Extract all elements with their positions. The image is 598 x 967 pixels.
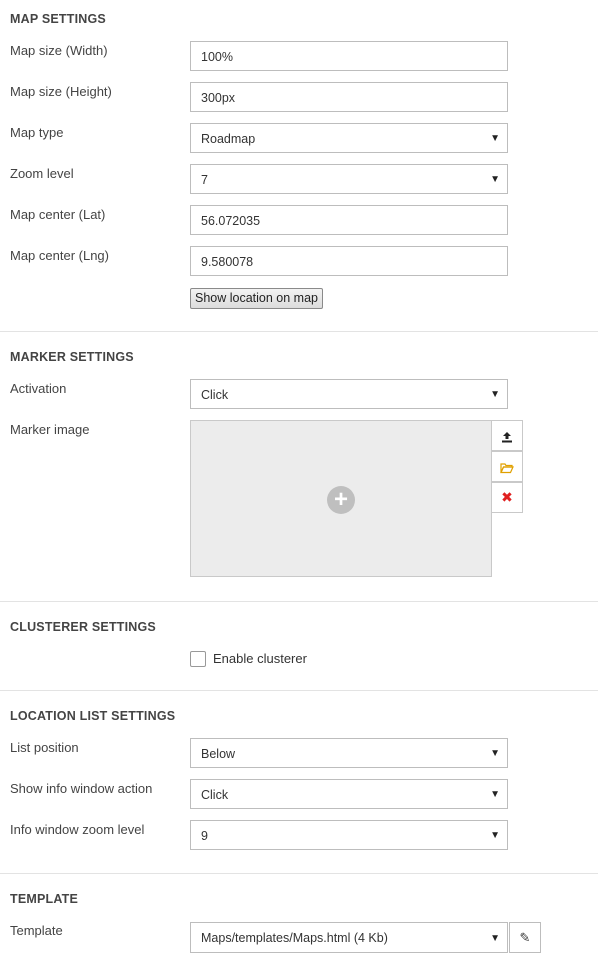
info-window-zoom-label: Info window zoom level bbox=[10, 822, 145, 837]
map-settings-title: MAP SETTINGS bbox=[10, 12, 106, 26]
chevron-down-icon: ▼ bbox=[490, 789, 500, 800]
remove-icon: ✖ bbox=[501, 489, 513, 505]
map-type-select[interactable]: Roadmap ▼ bbox=[190, 123, 508, 153]
activation-select[interactable]: Click ▼ bbox=[190, 379, 508, 409]
marker-image-label: Marker image bbox=[10, 422, 90, 437]
map-center-lng-input[interactable]: 9.580078 bbox=[190, 246, 508, 276]
location-list-settings-title: LOCATION LIST SETTINGS bbox=[10, 709, 176, 723]
template-section-title: TEMPLATE bbox=[10, 892, 79, 906]
section-divider bbox=[0, 601, 598, 602]
zoom-level-label: Zoom level bbox=[10, 166, 74, 181]
pencil-icon: ✎ bbox=[519, 930, 531, 945]
section-divider bbox=[0, 873, 598, 874]
map-height-input[interactable]: 300px bbox=[190, 82, 508, 112]
marker-image-dropzone[interactable]: + bbox=[190, 420, 492, 577]
upload-image-button[interactable] bbox=[491, 420, 523, 451]
clusterer-settings-title: CLUSTERER SETTINGS bbox=[10, 620, 156, 634]
upload-icon bbox=[502, 431, 512, 443]
info-window-action-value: Click bbox=[201, 788, 229, 802]
show-location-button[interactable]: Show location on map bbox=[190, 288, 323, 309]
marker-settings-title: MARKER SETTINGS bbox=[10, 350, 134, 364]
browse-image-button[interactable] bbox=[491, 451, 523, 482]
chevron-down-icon: ▼ bbox=[490, 748, 500, 759]
info-window-zoom-value: 9 bbox=[201, 829, 208, 843]
chevron-down-icon: ▼ bbox=[490, 389, 500, 400]
enable-clusterer-label[interactable]: Enable clusterer bbox=[213, 651, 307, 666]
activation-value: Click bbox=[201, 388, 229, 402]
map-center-lat-label: Map center (Lat) bbox=[10, 207, 106, 222]
template-label: Template bbox=[10, 923, 63, 938]
template-select[interactable]: Maps/templates/Maps.html (4 Kb) ▼ bbox=[190, 922, 508, 953]
info-window-action-select[interactable]: Click ▼ bbox=[190, 779, 508, 809]
activation-label: Activation bbox=[10, 381, 67, 396]
chevron-down-icon: ▼ bbox=[490, 830, 500, 841]
section-divider bbox=[0, 331, 598, 332]
map-center-lat-input[interactable]: 56.072035 bbox=[190, 205, 508, 235]
list-position-value: Below bbox=[201, 747, 236, 761]
template-value: Maps/templates/Maps.html (4 Kb) bbox=[201, 931, 388, 945]
info-window-action-label: Show info window action bbox=[10, 781, 153, 796]
zoom-level-select[interactable]: 7 ▼ bbox=[190, 164, 508, 194]
map-width-label: Map size (Width) bbox=[10, 43, 108, 58]
chevron-down-icon: ▼ bbox=[490, 133, 500, 144]
info-window-zoom-select[interactable]: 9 ▼ bbox=[190, 820, 508, 850]
map-width-input[interactable]: 100% bbox=[190, 41, 508, 71]
edit-template-button[interactable]: ✎ bbox=[509, 922, 541, 953]
map-height-label: Map size (Height) bbox=[10, 84, 112, 99]
enable-clusterer-checkbox[interactable] bbox=[190, 651, 206, 667]
remove-image-button[interactable]: ✖ bbox=[491, 482, 523, 513]
folder-icon bbox=[500, 462, 514, 473]
map-type-value: Roadmap bbox=[201, 132, 256, 146]
chevron-down-icon: ▼ bbox=[490, 933, 500, 944]
map-type-label: Map type bbox=[10, 125, 64, 140]
chevron-down-icon: ▼ bbox=[490, 174, 500, 185]
map-center-lng-label: Map center (Lng) bbox=[10, 248, 109, 263]
zoom-level-value: 7 bbox=[201, 173, 208, 187]
add-image-icon[interactable]: + bbox=[327, 486, 355, 514]
section-divider bbox=[0, 690, 598, 691]
list-position-label: List position bbox=[10, 740, 79, 755]
list-position-select[interactable]: Below ▼ bbox=[190, 738, 508, 768]
